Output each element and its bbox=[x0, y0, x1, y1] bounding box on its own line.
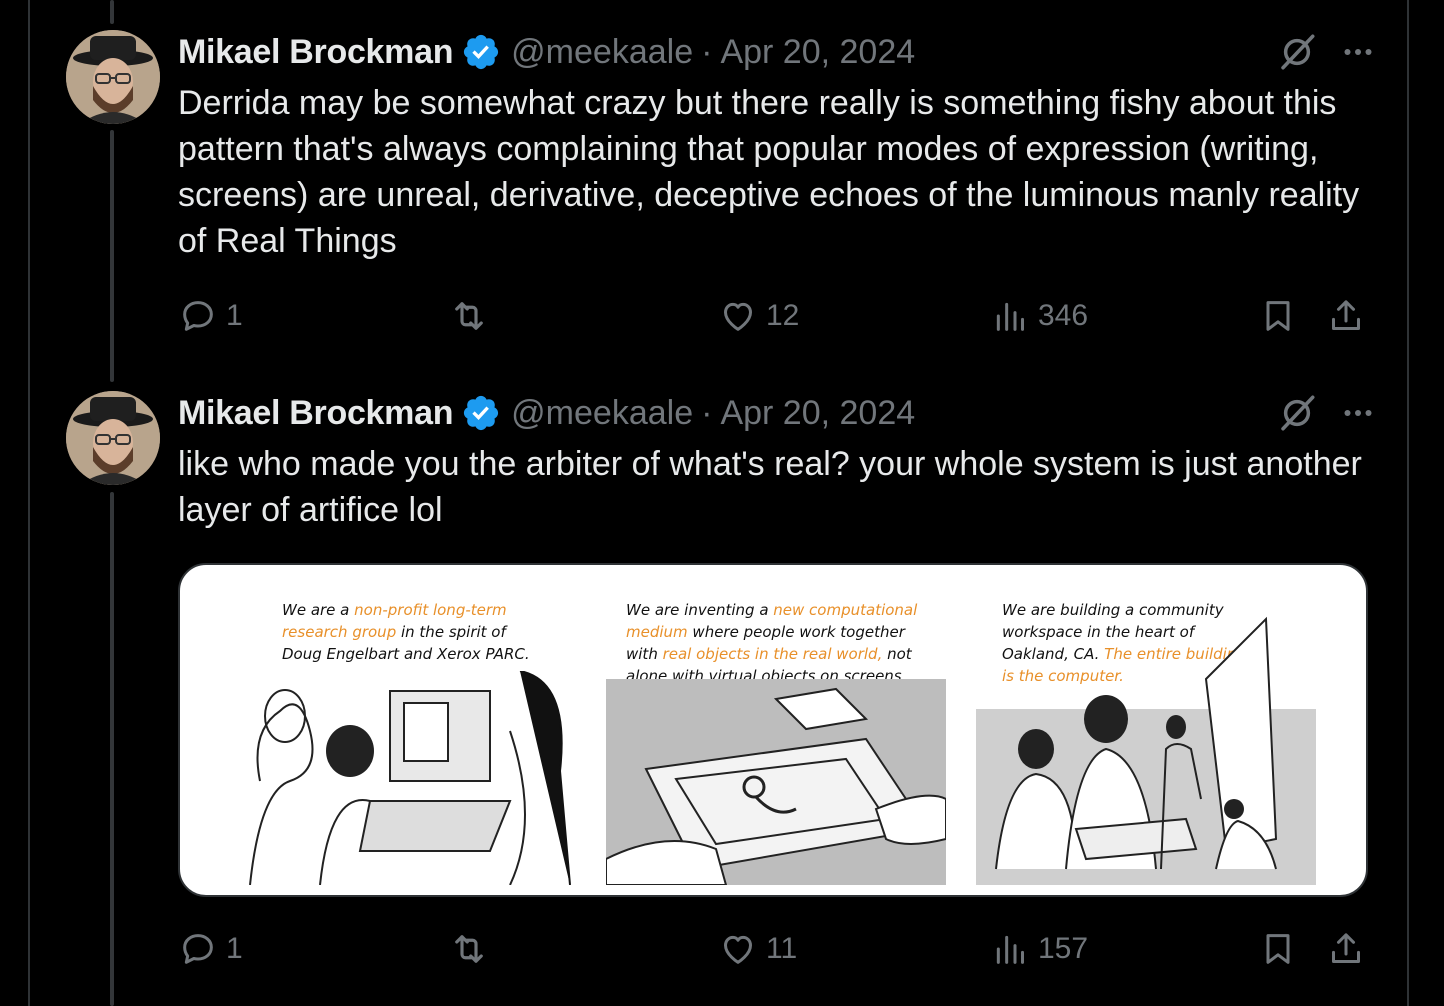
views-count: 346 bbox=[1038, 299, 1089, 332]
tweet-actions: 1 12 346 bbox=[178, 294, 1368, 338]
reply-icon bbox=[183, 301, 213, 331]
comic-panel: We are building a community workspace in… bbox=[976, 579, 1316, 885]
avatar[interactable] bbox=[66, 30, 160, 124]
comic-panel: We are a non-profit long-term research g… bbox=[240, 579, 580, 885]
verified-badge-icon bbox=[464, 395, 499, 431]
author-handle[interactable]: @meekaale bbox=[511, 394, 693, 433]
tweet-date[interactable]: Apr 20, 2024 bbox=[720, 394, 915, 433]
share-button[interactable] bbox=[1326, 294, 1366, 338]
repost-button[interactable] bbox=[448, 927, 498, 971]
tweet-text: Derrida may be somewhat crazy but there … bbox=[178, 84, 1360, 260]
tweet[interactable]: Mikael Brockman @meekaale · Apr 20, 2024… bbox=[66, 30, 1376, 350]
tweet[interactable]: Mikael Brockman @meekaale · Apr 20, 2024… bbox=[66, 391, 1376, 991]
repost-button[interactable] bbox=[448, 294, 498, 338]
illustration-computer bbox=[249, 671, 571, 885]
share-icon bbox=[1332, 300, 1360, 330]
bookmark-button[interactable] bbox=[1258, 927, 1298, 971]
column-border-left bbox=[28, 0, 30, 1006]
bookmark-button[interactable] bbox=[1258, 294, 1298, 338]
heart-icon bbox=[724, 935, 752, 964]
illustration-workspace bbox=[976, 616, 1316, 885]
views-count: 157 bbox=[1038, 932, 1089, 965]
thread-connector bbox=[110, 0, 114, 24]
share-icon bbox=[1332, 933, 1360, 963]
separator: · bbox=[701, 32, 713, 71]
tweet-date[interactable]: Apr 20, 2024 bbox=[720, 33, 915, 72]
separator: · bbox=[701, 393, 713, 432]
tweet-top-icons bbox=[1276, 391, 1376, 435]
grok-icon[interactable] bbox=[1276, 392, 1318, 434]
author-handle[interactable]: @meekaale bbox=[511, 33, 693, 72]
author-name[interactable]: Mikael Brockman bbox=[178, 394, 453, 433]
panel-caption: We are inventing a new computational med… bbox=[626, 601, 918, 685]
more-icon[interactable] bbox=[1340, 34, 1376, 70]
views-button[interactable]: 346 bbox=[990, 294, 1088, 338]
tweet-header: Mikael Brockman @meekaale · Apr 20, 2024 bbox=[178, 30, 915, 74]
grok-icon[interactable] bbox=[1276, 31, 1318, 73]
like-button[interactable]: 11 bbox=[718, 927, 797, 971]
like-button[interactable]: 12 bbox=[718, 294, 799, 338]
comic-panel: We are inventing a new computational med… bbox=[606, 579, 946, 885]
illustration-table bbox=[606, 679, 946, 885]
repost-icon bbox=[455, 302, 483, 330]
tweet-header: Mikael Brockman @meekaale · Apr 20, 2024 bbox=[178, 391, 915, 435]
like-count: 11 bbox=[766, 932, 798, 965]
reply-count: 1 bbox=[226, 932, 243, 965]
bookmark-icon bbox=[1266, 301, 1290, 331]
bookmark-icon bbox=[1266, 934, 1290, 964]
tweet-text: like who made you the arbiter of what's … bbox=[178, 445, 1362, 529]
more-icon[interactable] bbox=[1340, 395, 1376, 431]
views-icon bbox=[996, 935, 1024, 964]
heart-icon bbox=[724, 302, 752, 331]
like-count: 12 bbox=[766, 299, 800, 332]
repost-icon bbox=[455, 935, 483, 963]
views-icon bbox=[996, 302, 1024, 331]
reply-count: 1 bbox=[226, 299, 243, 332]
views-button[interactable]: 157 bbox=[990, 927, 1088, 971]
reply-button[interactable]: 1 bbox=[178, 927, 243, 971]
tweet-actions: 1 11 157 bbox=[178, 927, 1368, 971]
author-name[interactable]: Mikael Brockman bbox=[178, 33, 453, 72]
thread-view: Mikael Brockman @meekaale · Apr 20, 2024… bbox=[0, 0, 1444, 1006]
column-border-right bbox=[1407, 0, 1409, 1006]
reply-icon bbox=[183, 934, 213, 964]
avatar[interactable] bbox=[66, 391, 160, 485]
media-wrapper: We are a non-profit long-term research g… bbox=[66, 563, 1376, 897]
share-button[interactable] bbox=[1326, 927, 1366, 971]
tweet-image[interactable]: We are a non-profit long-term research g… bbox=[178, 563, 1368, 897]
reply-button[interactable]: 1 bbox=[178, 294, 243, 338]
tweet-top-icons bbox=[1276, 30, 1376, 74]
verified-badge-icon bbox=[464, 34, 499, 70]
panel-caption: We are a non-profit long-term research g… bbox=[282, 601, 530, 663]
